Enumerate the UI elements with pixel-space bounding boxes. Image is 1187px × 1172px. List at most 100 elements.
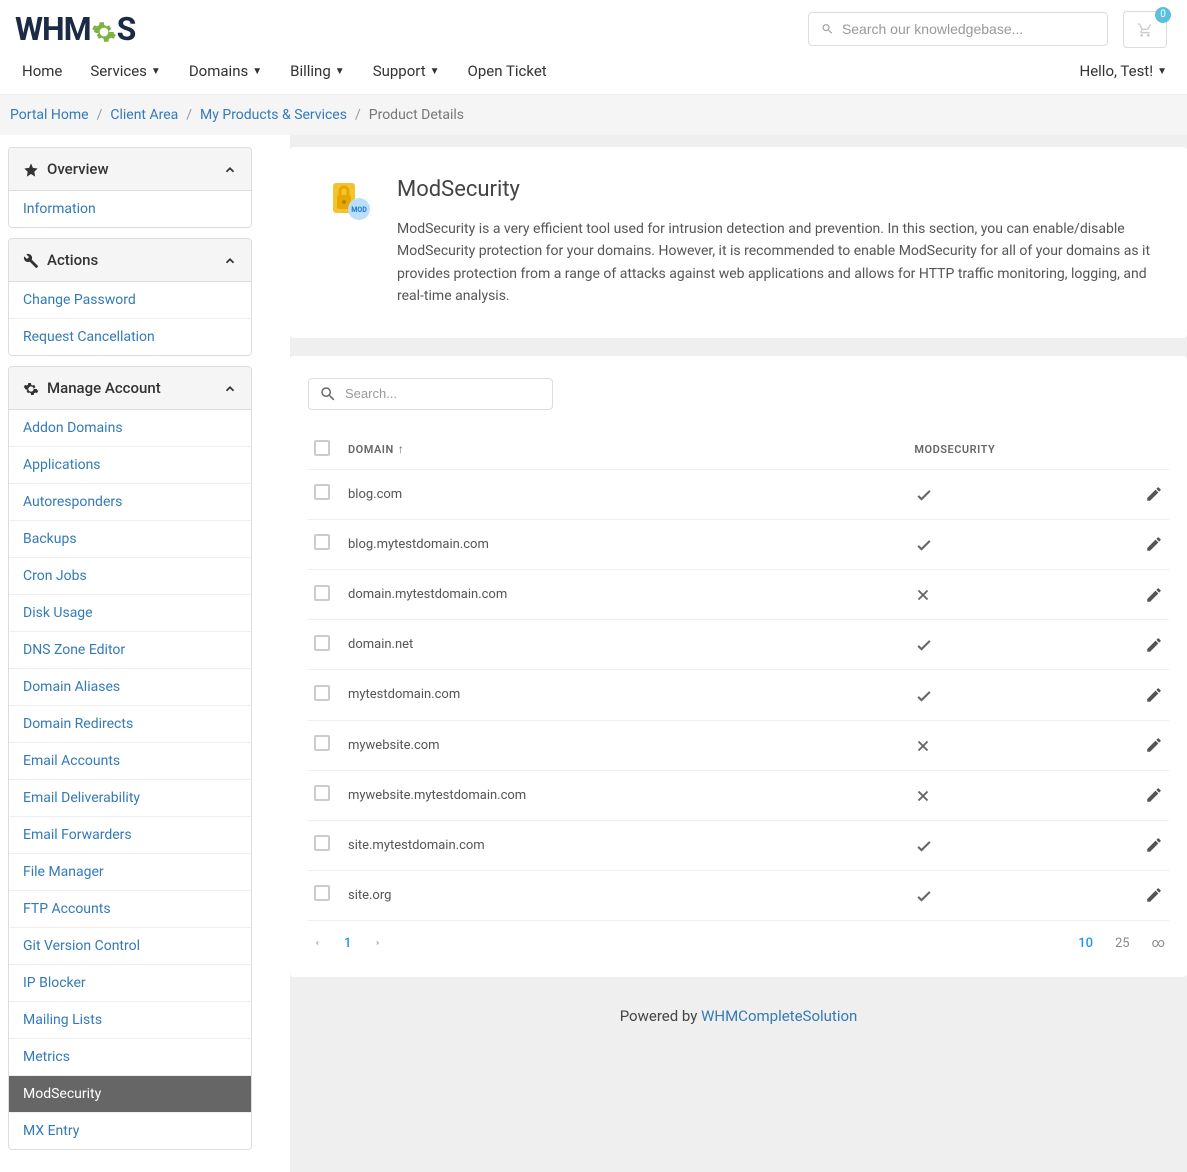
logo[interactable]: WHMS — [15, 10, 135, 48]
row-checkbox[interactable] — [314, 735, 330, 751]
panel-title: Actions — [47, 251, 98, 269]
star-icon — [23, 160, 39, 178]
caret-down-icon: ▼ — [252, 66, 262, 77]
sidebar-item-applications[interactable]: Applications — [9, 447, 251, 484]
edit-icon[interactable] — [1145, 788, 1163, 803]
table-search-input[interactable] — [345, 386, 521, 401]
sidebar-panel-actions: Actions Change PasswordRequest Cancellati… — [8, 238, 252, 356]
sidebar-item-email-forwarders[interactable]: Email Forwarders — [9, 817, 251, 854]
knowledgebase-search[interactable] — [808, 12, 1108, 46]
breadcrumb-link[interactable]: My Products & Services — [200, 107, 347, 123]
layout: OverviewInformation Actions Change Passwor… — [0, 135, 1187, 1172]
panel-title: Manage Account — [47, 379, 161, 397]
sidebar-item-disk-usage[interactable]: Disk Usage — [9, 595, 251, 632]
page-prev[interactable] — [312, 935, 322, 951]
domain-cell: mywebsite.mytestdomain.com — [342, 770, 908, 820]
sidebar-item-addon-domains[interactable]: Addon Domains — [9, 410, 251, 447]
nav-item-domains[interactable]: Domains ▼ — [189, 62, 262, 80]
sidebar-item-backups[interactable]: Backups — [9, 521, 251, 558]
sidebar-item-dns-zone-editor[interactable]: DNS Zone Editor — [9, 632, 251, 669]
panel-header[interactable]: Actions — [9, 239, 251, 282]
row-checkbox[interactable] — [314, 635, 330, 651]
logo-gear-icon — [91, 10, 117, 48]
sidebar-item-git-version-control[interactable]: Git Version Control — [9, 928, 251, 965]
sidebar-item-ip-blocker[interactable]: IP Blocker — [9, 965, 251, 1002]
breadcrumb-link[interactable]: Client Area — [110, 107, 178, 123]
main: MOD ModSecurity ModSecurity is a very ef… — [290, 135, 1187, 1172]
edit-icon[interactable] — [1145, 738, 1163, 753]
cart-badge: 0 — [1155, 7, 1171, 23]
table-row: mytestdomain.com — [308, 670, 1169, 720]
nav-item-billing[interactable]: Billing ▼ — [290, 62, 345, 80]
page-size-option[interactable]: 25 — [1115, 936, 1130, 951]
domain-cell: site.mytestdomain.com — [342, 820, 908, 870]
col-modsecurity[interactable]: MODSECURITY — [908, 430, 1135, 470]
edit-icon[interactable] — [1145, 537, 1163, 552]
sidebar-item-modsecurity[interactable]: ModSecurity — [9, 1076, 251, 1113]
check-icon — [914, 634, 934, 655]
row-checkbox[interactable] — [314, 835, 330, 851]
table-row: mywebsite.mytestdomain.com — [308, 770, 1169, 820]
close-icon — [914, 735, 932, 756]
nav-item-services[interactable]: Services ▼ — [90, 62, 160, 80]
edit-icon[interactable] — [1145, 487, 1163, 502]
panel-header[interactable]: Overview — [9, 148, 251, 191]
col-domain[interactable]: DOMAIN↑ — [342, 430, 908, 470]
breadcrumb-link[interactable]: Portal Home — [10, 107, 89, 123]
check-icon — [914, 684, 934, 705]
table-row: domain.mytestdomain.com — [308, 570, 1169, 620]
sidebar-item-cron-jobs[interactable]: Cron Jobs — [9, 558, 251, 595]
user-menu[interactable]: Hello, Test! ▼ — [1080, 62, 1168, 80]
caret-down-icon: ▼ — [430, 66, 440, 77]
edit-icon[interactable] — [1145, 687, 1163, 702]
row-checkbox[interactable] — [314, 534, 330, 550]
sidebar-item-mailing-lists[interactable]: Mailing Lists — [9, 1002, 251, 1039]
table-row: mywebsite.com — [308, 720, 1169, 770]
breadcrumb-current: Product Details — [369, 107, 464, 123]
page-size-option[interactable]: 10 — [1078, 936, 1093, 951]
panel-header[interactable]: Manage Account — [9, 367, 251, 410]
sidebar-item-domain-redirects[interactable]: Domain Redirects — [9, 706, 251, 743]
wrench-icon — [23, 251, 39, 269]
check-icon — [914, 484, 934, 505]
page-size-option[interactable]: ∞ — [1152, 936, 1165, 951]
edit-icon[interactable] — [1145, 587, 1163, 602]
sidebar-item-autoresponders[interactable]: Autoresponders — [9, 484, 251, 521]
sidebar-item-change-password[interactable]: Change Password — [9, 282, 251, 319]
sidebar-item-email-deliverability[interactable]: Email Deliverability — [9, 780, 251, 817]
nav-item-open-ticket[interactable]: Open Ticket — [468, 62, 547, 80]
footer-brand-link[interactable]: WHMCompleteSolution — [701, 1007, 857, 1025]
sidebar-item-domain-aliases[interactable]: Domain Aliases — [9, 669, 251, 706]
gear-icon — [23, 379, 39, 397]
sidebar-panel-manage-account: Manage Account Addon DomainsApplicationsA… — [8, 366, 252, 1150]
row-checkbox[interactable] — [314, 685, 330, 701]
row-checkbox[interactable] — [314, 785, 330, 801]
sidebar-item-mx-entry[interactable]: MX Entry — [9, 1113, 251, 1149]
edit-icon[interactable] — [1145, 888, 1163, 903]
row-checkbox[interactable] — [314, 885, 330, 901]
domains-table: DOMAIN↑ MODSECURITY blog.comblog.mytestd… — [308, 430, 1169, 922]
row-checkbox[interactable] — [314, 484, 330, 500]
table-search[interactable] — [308, 378, 553, 410]
select-all-checkbox[interactable] — [314, 440, 330, 456]
edit-icon[interactable] — [1145, 838, 1163, 853]
knowledgebase-search-input[interactable] — [842, 21, 1095, 37]
check-icon — [914, 835, 934, 856]
sidebar-item-metrics[interactable]: Metrics — [9, 1039, 251, 1076]
edit-icon[interactable] — [1145, 637, 1163, 652]
cart-button[interactable]: 0 — [1123, 11, 1167, 48]
table-row: blog.com — [308, 469, 1169, 519]
sidebar-item-email-accounts[interactable]: Email Accounts — [9, 743, 251, 780]
sidebar-item-request-cancellation[interactable]: Request Cancellation — [9, 319, 251, 355]
nav-item-home[interactable]: Home — [22, 62, 62, 80]
sidebar-item-ftp-accounts[interactable]: FTP Accounts — [9, 891, 251, 928]
row-checkbox[interactable] — [314, 585, 330, 601]
sidebar-item-information[interactable]: Information — [9, 191, 251, 227]
nav-left: Home Services ▼ Domains ▼ Billing ▼ Support … — [22, 62, 547, 80]
table-row: domain.net — [308, 620, 1169, 670]
nav-item-support[interactable]: Support ▼ — [373, 62, 440, 80]
caret-down-icon: ▼ — [1157, 66, 1167, 77]
sidebar-item-file-manager[interactable]: File Manager — [9, 854, 251, 891]
domain-cell: domain.net — [342, 620, 908, 670]
page-next[interactable] — [373, 935, 383, 951]
